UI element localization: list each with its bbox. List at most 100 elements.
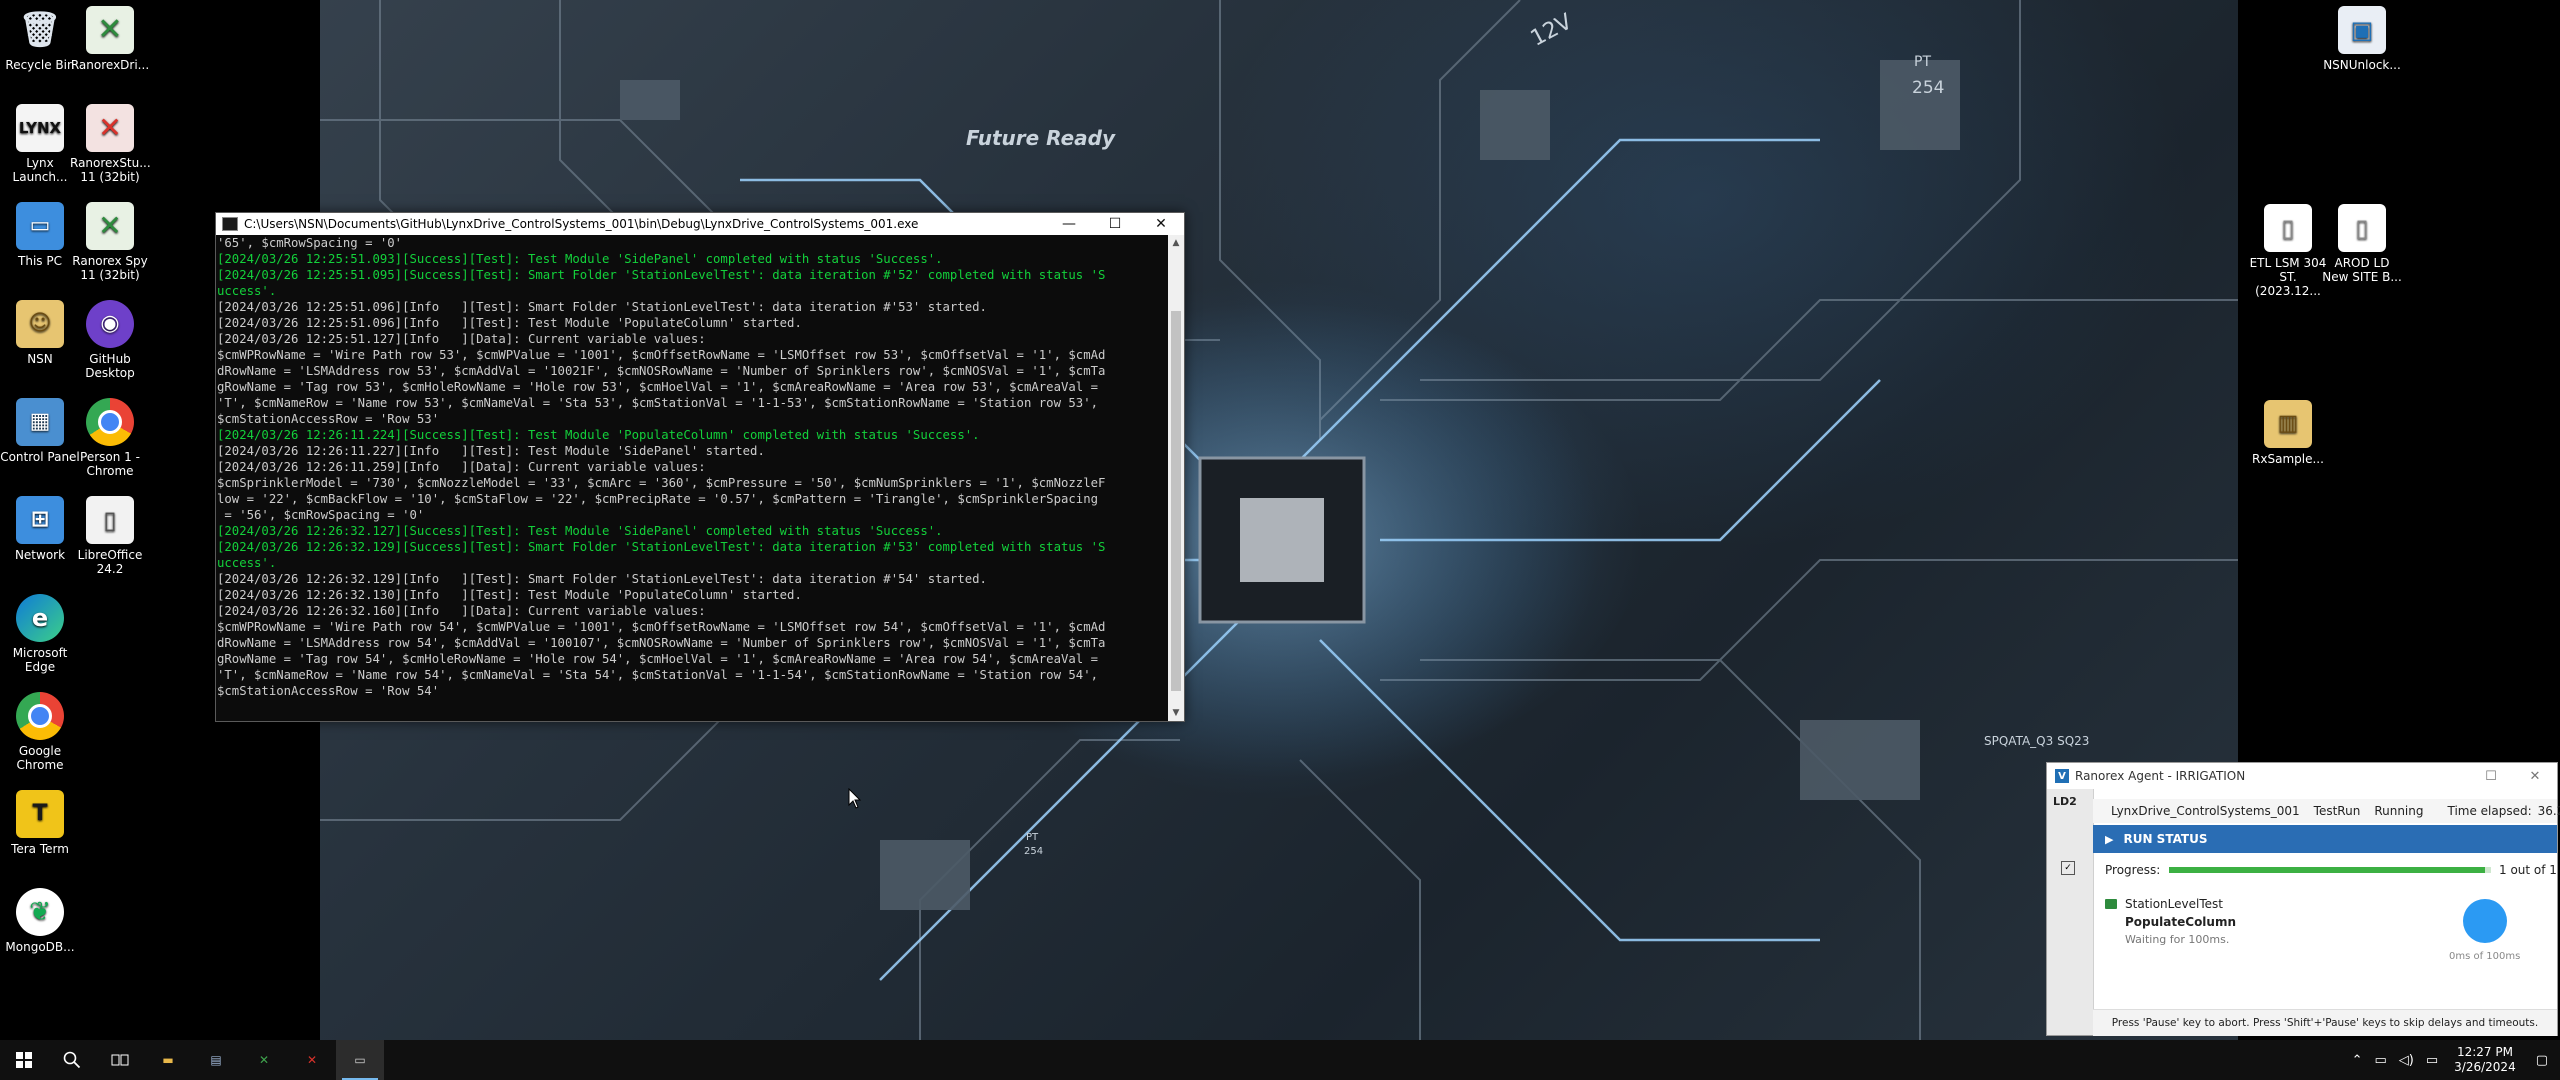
desktop-icon-control-panel[interactable]: ▦ Control Panel xyxy=(0,398,80,464)
taskbar-app-ranorex-studio[interactable]: ✕ xyxy=(288,1040,336,1080)
close-button[interactable]: ✕ xyxy=(2513,769,2557,784)
desktop-icon-rxsample[interactable]: ▥ RxSample... xyxy=(2248,400,2328,466)
chevron-up-icon[interactable]: ⌃ xyxy=(2352,1053,2363,1068)
console-line: uccess'. xyxy=(217,556,277,570)
console-scrollbar[interactable]: ▲ ▼ xyxy=(1168,235,1184,721)
desktop-icon-label: Recycle Bin xyxy=(5,58,75,72)
job-state: Running xyxy=(2374,804,2424,818)
desktop-icon-lynx-launcher[interactable]: LYNX Lynx Launch... xyxy=(0,104,80,184)
desktop-icon-ranorex-studio[interactable]: ✕ RanorexStu... 11 (32bit) xyxy=(70,104,151,184)
github-desktop-icon: ◉ xyxy=(86,300,134,348)
test-name: StationLevelTest xyxy=(2125,897,2223,911)
desktop-icon-label: Microsoft Edge xyxy=(12,646,68,674)
zip-folder-icon: ▥ xyxy=(2264,400,2312,448)
console-line: low = '22', $cmBackFlow = '10', $cmStaFl… xyxy=(217,492,1098,506)
chrome-icon xyxy=(86,398,134,446)
desktop-icon-label: LibreOffice 24.2 xyxy=(77,548,143,576)
console-line: [2024/03/26 12:26:11.227][Info ][Test]: … xyxy=(217,444,765,458)
agent-titlebar[interactable]: V Ranorex Agent - IRRIGATION ☐ ✕ xyxy=(2047,763,2557,789)
desktop-icon-microsoft-edge[interactable]: e Microsoft Edge xyxy=(0,594,80,674)
desktop-icon-ranorex-driver[interactable]: ✕ RanorexDri... xyxy=(70,6,150,72)
desktop-icon-mongodb[interactable]: ❦ MongoDB... xyxy=(0,888,80,954)
mongodb-icon: ❦ xyxy=(16,888,64,936)
console-line: [2024/03/26 12:26:11.224][Success][Test]… xyxy=(217,428,980,442)
desktop-icon-label: Network xyxy=(14,548,66,562)
clock-time: 12:27 PM xyxy=(2456,1045,2513,1059)
desktop-icon-label: Tera Term xyxy=(11,842,69,856)
desktop-icon-arod-ld[interactable]: ▯ AROD LD New SITE B... xyxy=(2322,204,2402,284)
user-folder-icon: ☺ xyxy=(16,300,64,348)
console-line: gRowName = 'Tag row 53', $cmHoleRowName … xyxy=(217,380,1098,394)
desktop-icon-ranorex-spy[interactable]: ✕ Ranorex Spy 11 (32bit) xyxy=(70,202,150,282)
wallpaper-pt-number: 254 xyxy=(1912,78,1945,98)
console-line: '65', $cmRowSpacing = '0' xyxy=(217,236,403,250)
taskbar-app-ranorex-driver[interactable]: ✕ xyxy=(240,1040,288,1080)
taskbar-app-file-explorer[interactable]: ▬ xyxy=(144,1040,192,1080)
elapsed-label: Time elapsed: xyxy=(2447,804,2532,818)
desktop-icon-label: AROD LD New SITE B... xyxy=(2322,256,2402,284)
clock[interactable]: 12:27 PM 3/26/2024 xyxy=(2454,1045,2516,1075)
taskbar-app-notepad[interactable]: ▤ xyxy=(192,1040,240,1080)
console-line: [2024/03/26 12:25:51.096][Info ][Test]: … xyxy=(217,300,987,314)
desktop-icon-nsn[interactable]: ☺ NSN xyxy=(0,300,80,366)
desktop-icon-this-pc[interactable]: ▭ This PC xyxy=(0,202,80,268)
play-icon: ▶ xyxy=(2105,832,2114,846)
desktop-icon-libreoffice[interactable]: ▯ LibreOffice 24.2 xyxy=(70,496,150,576)
maximize-button[interactable]: ☐ xyxy=(2469,769,2513,784)
desktop-icon-github-desktop[interactable]: ◉ GitHub Desktop xyxy=(70,300,150,380)
speaker-icon[interactable]: ◁) xyxy=(2399,1053,2414,1068)
minimize-button[interactable]: — xyxy=(1046,213,1092,235)
job-row[interactable]: LynxDrive_ControlSystems_001 TestRun Run… xyxy=(2093,799,2560,823)
agent-sidebar: LD2 ✓ xyxy=(2047,789,2094,1035)
desktop-icon-label: Person 1 - Chrome xyxy=(80,450,140,478)
taskbar-app-console[interactable]: ▭ xyxy=(336,1040,384,1080)
start-button[interactable] xyxy=(0,1040,48,1080)
console-line: [2024/03/26 12:26:32.129][Info ][Test]: … xyxy=(217,572,987,586)
console-taskbar-icon: ▭ xyxy=(354,1053,366,1067)
console-line: 'T', $cmNameRow = 'Name row 53', $cmName… xyxy=(217,396,1098,410)
progress-row: Progress: 1 out of 1 xyxy=(2093,859,2557,881)
wallpaper-pt2-label: PT xyxy=(1026,832,1039,843)
maximize-button[interactable]: ☐ xyxy=(1092,213,1138,235)
console-line: [2024/03/26 12:26:11.259][Info ][Data]: … xyxy=(217,460,706,474)
run-status-header[interactable]: ▶ RUN STATUS xyxy=(2093,825,2557,853)
desktop-icon-label: ETL LSM 304 ST.(2023.12... xyxy=(2249,256,2327,298)
scroll-up-icon[interactable]: ▲ xyxy=(1168,235,1184,251)
scrollbar-thumb[interactable] xyxy=(1171,311,1181,691)
network-tray-icon[interactable]: ▭ xyxy=(2375,1053,2387,1068)
wallpaper-chip-code: SPQATA_Q3 SQ23 xyxy=(1984,734,2090,748)
console-line: $cmStationAccessRow = 'Row 53' xyxy=(217,412,440,426)
ranorex-agent-window[interactable]: V Ranorex Agent - IRRIGATION ☐ ✕ LD2 ✓ L… xyxy=(2046,762,2560,1036)
mouse-cursor-icon xyxy=(848,788,862,809)
console-line: gRowName = 'Tag row 54', $cmHoleRowName … xyxy=(217,652,1098,666)
wallpaper-pt2-number: 254 xyxy=(1024,846,1044,857)
console-line: = '56', $cmRowSpacing = '0' xyxy=(217,508,425,522)
console-titlebar[interactable]: C:\Users\NSN\Documents\GitHub\LynxDrive_… xyxy=(216,213,1184,235)
this-pc-icon: ▭ xyxy=(16,202,64,250)
libreoffice-icon: ▯ xyxy=(86,496,134,544)
task-view-button[interactable] xyxy=(96,1040,144,1080)
desktop-icon-network[interactable]: ⊞ Network xyxy=(0,496,80,562)
console-line: [2024/03/26 12:25:51.093][Success][Test]… xyxy=(217,252,943,266)
scroll-down-icon[interactable]: ▼ xyxy=(1168,705,1184,721)
notification-icon[interactable]: ▢ xyxy=(2536,1053,2548,1068)
console-title: C:\Users\NSN\Documents\GitHub\LynxDrive_… xyxy=(244,217,919,231)
console-window[interactable]: C:\Users\NSN\Documents\GitHub\LynxDrive_… xyxy=(215,212,1185,722)
chrome-icon xyxy=(16,692,64,740)
console-output[interactable]: '65', $cmRowSpacing = '0' [2024/03/26 12:… xyxy=(216,235,1167,721)
search-button[interactable] xyxy=(48,1040,96,1080)
desktop-icon-recycle-bin[interactable]: 🗑 Recycle Bin xyxy=(0,6,80,72)
desktop-icon-person1-chrome[interactable]: Person 1 - Chrome xyxy=(70,398,150,478)
run-details: StationLevelTest PopulateColumn Waiting … xyxy=(2093,887,2557,975)
close-button[interactable]: ✕ xyxy=(1138,213,1184,235)
battery-icon[interactable]: ▭ xyxy=(2426,1053,2438,1068)
console-line: $cmStationAccessRow = 'Row 54' xyxy=(217,684,440,698)
desktop-icon-etl-lsm[interactable]: ▯ ETL LSM 304 ST.(2023.12... xyxy=(2248,204,2328,298)
checkbox-icon[interactable]: ✓ xyxy=(2061,861,2075,875)
progress-fill xyxy=(2169,867,2485,873)
desktop-icon-tera-term[interactable]: T Tera Term xyxy=(0,790,80,856)
desktop-icon-google-chrome[interactable]: Google Chrome xyxy=(0,692,80,772)
system-tray: ⌃ ▭ ◁) ▭ 12:27 PM 3/26/2024 ▢ xyxy=(2346,1040,2560,1080)
desktop-icon-nsnunlock[interactable]: ▣ NSNUnlock... xyxy=(2322,6,2402,72)
timing-text: 0ms of 100ms xyxy=(2449,951,2521,962)
